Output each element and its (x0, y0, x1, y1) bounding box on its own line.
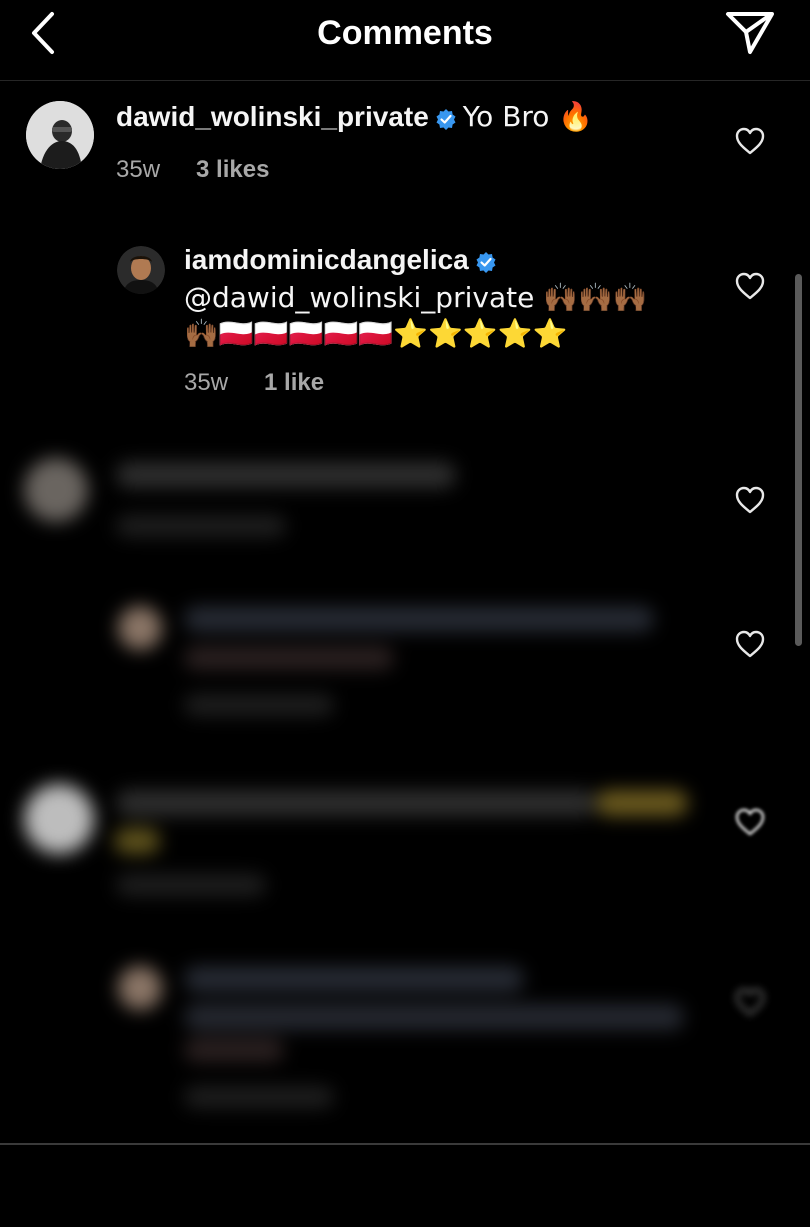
user-photo (117, 246, 165, 294)
comment-likes[interactable]: 3 likes (196, 156, 269, 183)
avatar (24, 784, 94, 854)
paper-plane-icon (726, 12, 774, 54)
blurred-text (116, 790, 596, 816)
comment-input-bar (0, 1143, 810, 1227)
comment-meta: 35w 1 like (184, 369, 324, 397)
avatar (118, 966, 162, 1010)
comment-time: 35w (116, 156, 161, 183)
heart-icon[interactable] (735, 808, 765, 836)
blurred-text (184, 1004, 684, 1030)
heart-icon[interactable] (735, 486, 765, 514)
comment-body: dawid_wolinski_private Yo Bro 🔥 (116, 100, 593, 133)
blurred-emoji (114, 828, 160, 854)
avatar (118, 606, 162, 650)
blurred-emoji (596, 790, 688, 816)
blurred-text (184, 646, 394, 670)
avatar[interactable] (26, 101, 94, 169)
share-button[interactable] (724, 10, 776, 56)
heart-icon[interactable] (735, 630, 765, 658)
comment-meta: 35w 3 likes (116, 156, 269, 184)
reply-text-line1: @dawid_wolinski_private 🙌🏾🙌🏾🙌🏾 (184, 281, 648, 314)
page-title: Comments (317, 14, 493, 52)
heart-icon[interactable] (735, 272, 765, 300)
comment-time: 35w (184, 369, 229, 396)
blurred-text (184, 1038, 284, 1062)
comment-username[interactable]: dawid_wolinski_private (116, 101, 429, 132)
avatar[interactable] (117, 246, 165, 294)
blurred-text (184, 606, 654, 632)
comment-text: Yo Bro 🔥 (462, 100, 594, 133)
reply-body: iamdominicdangelica (184, 244, 503, 276)
blurred-meta (184, 1086, 334, 1108)
blurred-text (184, 966, 524, 992)
avatar (24, 458, 88, 522)
comment-username[interactable]: iamdominicdangelica (184, 244, 469, 275)
verified-badge-icon (476, 251, 496, 273)
heart-icon[interactable] (735, 127, 765, 155)
blurred-text (116, 462, 456, 488)
comment-likes[interactable]: 1 like (264, 369, 324, 396)
verified-badge-icon (436, 108, 456, 130)
scrollbar[interactable] (795, 274, 802, 646)
blurred-meta (116, 874, 266, 896)
comments-header: Comments (0, 0, 810, 81)
heart-icon[interactable] (735, 988, 765, 1016)
reply-text-line2: 🙌🏾🇵🇱🇵🇱🇵🇱🇵🇱🇵🇱⭐⭐⭐⭐⭐ (184, 317, 568, 350)
blurred-meta (116, 515, 286, 537)
user-photo (26, 101, 94, 169)
blurred-meta (184, 694, 334, 716)
